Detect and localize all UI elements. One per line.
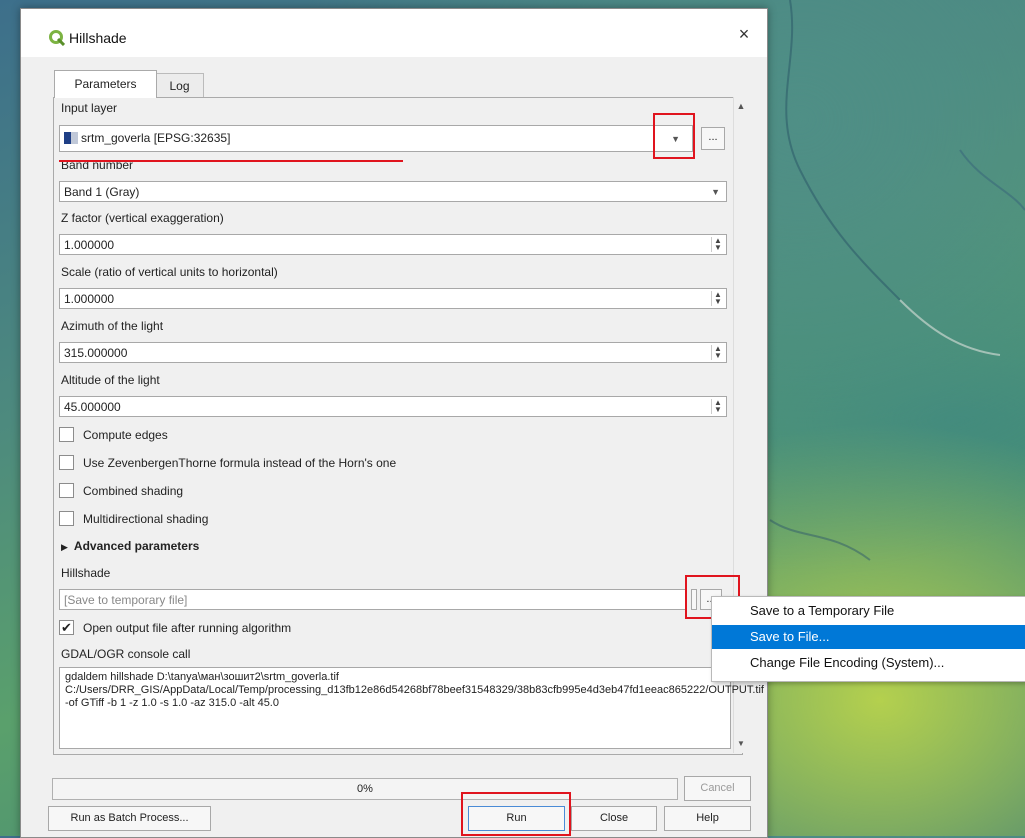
help-button[interactable]: Help [664,806,751,831]
hillshade-dialog: Hillshade × Parameters Log ▲ Input layer… [20,8,768,838]
console-scrollbar[interactable]: ▼ [735,709,747,753]
multidirectional-checkbox[interactable] [59,511,74,526]
z-factor-spinbox[interactable]: 1.000000 ▲ ▼ [59,234,727,255]
spinbox-arrows-icon[interactable]: ▲ ▼ [711,237,724,252]
scale-value: 1.000000 [64,292,115,306]
z-factor-value: 1.000000 [64,238,115,252]
combined-shading-label: Combined shading [83,484,184,498]
open-output-label: Open output file after running algorithm [83,621,292,635]
progress-bar: 0% [52,778,678,800]
dialog-title: Hillshade [69,30,127,46]
scale-label: Scale (ratio of vertical units to horizo… [61,265,278,279]
spinbox-arrows-icon[interactable]: ▲ ▼ [711,291,724,306]
input-layer-label: Input layer [61,101,118,115]
spinbox-arrows-icon[interactable]: ▲ ▼ [711,345,724,360]
run-as-batch-button[interactable]: Run as Batch Process... [48,806,211,831]
close-icon[interactable]: × [733,23,755,45]
z-factor-label: Z factor (vertical exaggeration) [61,211,224,225]
advanced-parameters-label: Advanced parameters [73,539,200,553]
title-bar: Hillshade × [21,9,767,57]
menu-item-save-to-file[interactable]: Save to File... [712,625,1025,649]
qgis-logo-icon [49,30,65,46]
scroll-down-icon[interactable]: ▼ [735,739,747,748]
altitude-value: 45.000000 [64,400,121,414]
combined-shading-checkbox[interactable] [59,483,74,498]
triangle-right-icon: ▶ [61,542,68,552]
compute-edges-label: Compute edges [83,428,168,442]
close-button[interactable]: Close [571,806,657,831]
band-number-combo[interactable]: Band 1 (Gray) ▼ [59,181,727,202]
annotation-box-run [461,792,571,836]
console-label: GDAL/OGR console call [61,647,191,661]
annotation-box-dropdown [653,113,695,159]
band-number-value: Band 1 (Gray) [64,185,140,199]
annotation-underline [59,160,403,162]
altitude-spinbox[interactable]: 45.000000 ▲ ▼ [59,396,727,417]
input-layer-value: srtm_goverla [EPSG:32635] [81,131,231,145]
console-textbox[interactable]: gdaldem hillshade D:\tanya\ман\зошит2\sr… [59,667,764,749]
azimuth-value: 315.000000 [64,346,128,360]
hillshade-output-placeholder: [Save to temporary file] [64,593,188,607]
scale-spinbox[interactable]: 1.000000 ▲ ▼ [59,288,727,309]
spinbox-arrows-icon[interactable]: ▲ ▼ [711,399,724,414]
azimuth-label: Azimuth of the light [61,319,164,333]
checkmark-icon: ✔ [61,620,72,635]
save-context-menu: Save to a Temporary File Save to File...… [711,596,1025,682]
azimuth-spinbox[interactable]: 315.000000 ▲ ▼ [59,342,727,363]
open-output-checkbox[interactable]: ✔ [59,620,74,635]
multidirectional-label: Multidirectional shading [83,512,209,526]
zevenbergen-label: Use ZevenbergenThorne formula instead of… [83,456,397,470]
menu-item-change-encoding[interactable]: Change File Encoding (System)... [712,651,1025,675]
cancel-button[interactable]: Cancel [684,776,751,801]
tab-parameters[interactable]: Parameters [54,70,157,98]
altitude-label: Altitude of the light [61,373,160,387]
compute-edges-checkbox[interactable] [59,427,74,442]
tab-log[interactable]: Log [155,73,204,99]
input-layer-browse-button[interactable]: ... [701,127,725,150]
chevron-down-icon[interactable]: ▼ [711,182,720,203]
menu-item-save-temporary[interactable]: Save to a Temporary File [712,599,1025,623]
raster-layer-icon [64,132,78,144]
hillshade-output-label: Hillshade [61,566,111,580]
scroll-up-icon[interactable]: ▲ [734,101,748,111]
advanced-parameters-toggle[interactable]: ▶ Advanced parameters [61,539,199,553]
input-layer-combo[interactable]: srtm_goverla [EPSG:32635] ▼ [59,125,693,152]
zevenbergen-checkbox[interactable] [59,455,74,470]
hillshade-output-field[interactable]: [Save to temporary file] [59,589,687,610]
